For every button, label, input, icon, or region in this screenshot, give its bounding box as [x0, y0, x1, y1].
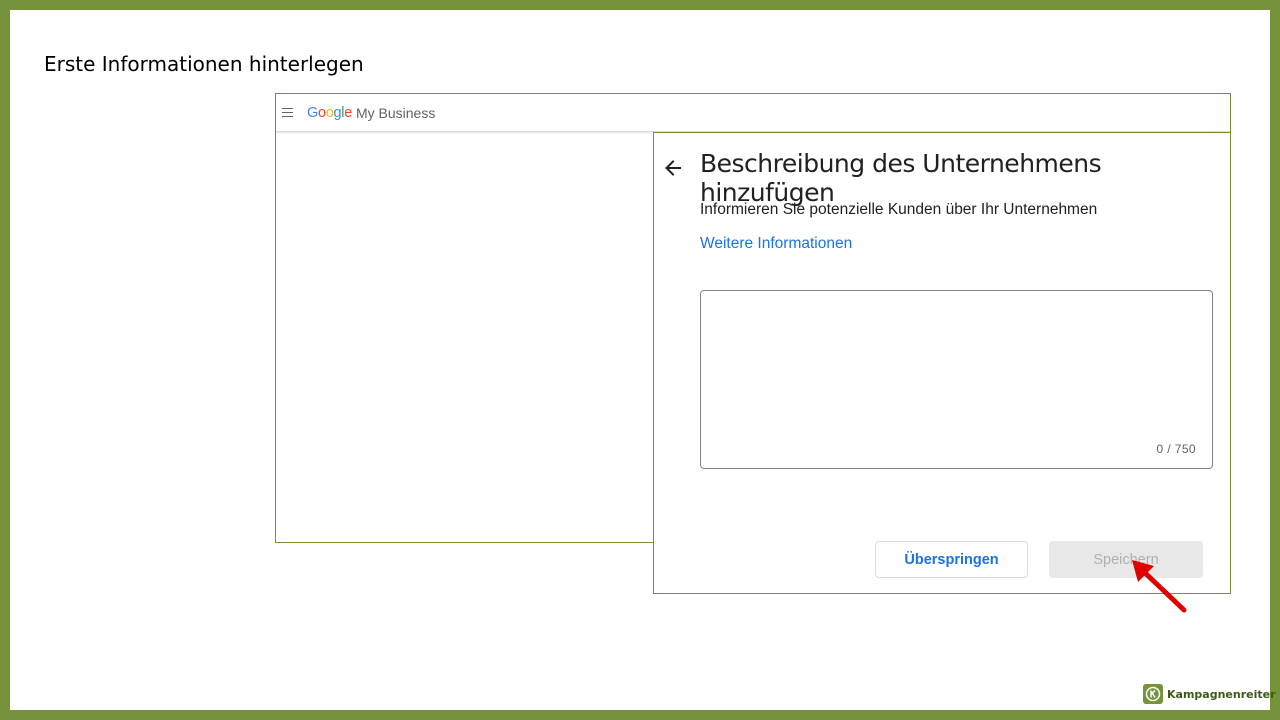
slide: Erste Informationen hinterlegen Google M…: [10, 10, 1270, 710]
brand-logo: Kampagnenreiter: [1143, 684, 1276, 704]
app-header: Google My Business: [276, 94, 1230, 132]
hamburger-menu-icon[interactable]: [282, 105, 293, 120]
more-info-link[interactable]: Weitere Informationen: [700, 235, 852, 253]
logo-letter: G: [307, 104, 318, 121]
product-name: My Business: [355, 104, 436, 121]
description-dialog: Beschreibung des Unternehmens hinzufügen…: [653, 132, 1231, 594]
dialog-subtitle: Informieren Sie potenzielle Kunden über …: [700, 201, 1098, 218]
google-logo: Google: [307, 105, 352, 121]
back-button[interactable]: [660, 155, 686, 181]
brand-k-icon: [1143, 684, 1163, 704]
slide-title: Erste Informationen hinterlegen: [44, 52, 364, 76]
brand-name: Kampagnenreiter: [1167, 687, 1276, 701]
description-input[interactable]: [701, 291, 1212, 468]
arrow-left-icon: [665, 160, 681, 176]
logo-letter: o: [325, 104, 334, 121]
character-counter: 0 / 750: [1156, 442, 1196, 456]
logo-letter: e: [344, 104, 352, 121]
description-field[interactable]: 0 / 750: [700, 290, 1213, 469]
red-arrow-annotation: [1132, 560, 1187, 613]
skip-button[interactable]: Überspringen: [875, 541, 1028, 578]
logo-letter: o: [317, 104, 326, 121]
dialog-title: Beschreibung des Unternehmens hinzufügen: [700, 149, 1102, 207]
